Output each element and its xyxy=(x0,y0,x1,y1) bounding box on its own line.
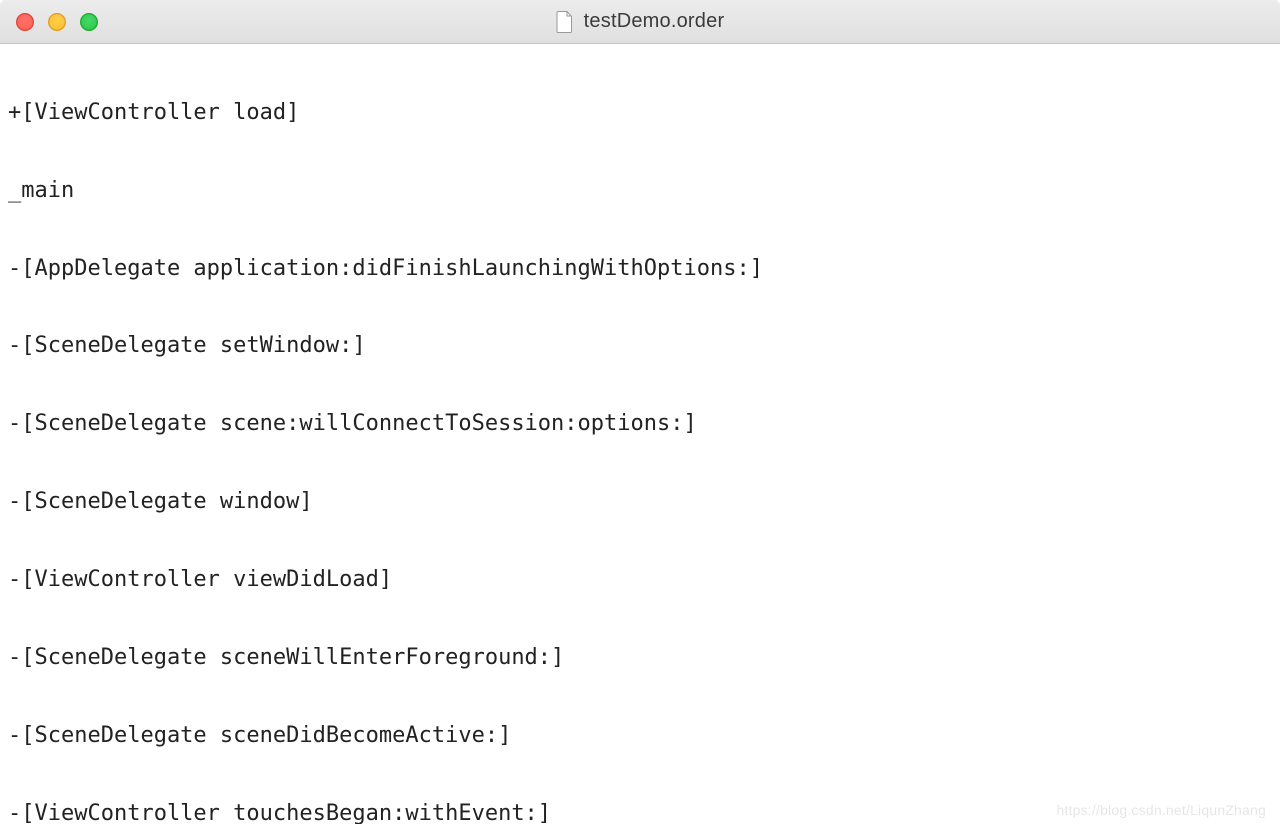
close-icon[interactable] xyxy=(16,13,34,31)
document-icon xyxy=(556,11,574,33)
watermark: https://blog.csdn.net/LiqunZhang xyxy=(1056,802,1266,818)
titlebar[interactable]: testDemo.order xyxy=(0,0,1280,44)
code-line: -[ViewController viewDidLoad] xyxy=(8,567,1272,593)
window-title: testDemo.order xyxy=(584,10,725,33)
traffic-lights xyxy=(0,13,98,31)
title-center: testDemo.order xyxy=(0,10,1280,33)
text-editor-window: testDemo.order +[ViewController load] _m… xyxy=(0,0,1280,824)
code-line: +[ViewController load] xyxy=(8,100,1272,126)
minimize-icon[interactable] xyxy=(48,13,66,31)
code-line: -[SceneDelegate sceneWillEnterForeground… xyxy=(8,645,1272,671)
code-line: -[AppDelegate application:didFinishLaunc… xyxy=(8,256,1272,282)
code-line: -[SceneDelegate sceneDidBecomeActive:] xyxy=(8,723,1272,749)
code-line: -[SceneDelegate setWindow:] xyxy=(8,333,1272,359)
code-line: _main xyxy=(8,178,1272,204)
code-line: -[SceneDelegate window] xyxy=(8,489,1272,515)
code-line: -[SceneDelegate scene:willConnectToSessi… xyxy=(8,411,1272,437)
zoom-icon[interactable] xyxy=(80,13,98,31)
text-content[interactable]: +[ViewController load] _main -[AppDelega… xyxy=(0,44,1280,824)
